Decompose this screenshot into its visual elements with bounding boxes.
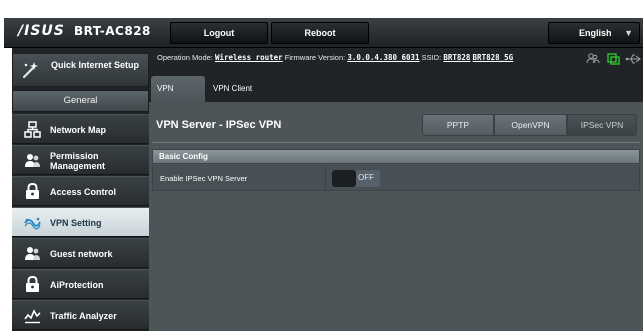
usb-icon[interactable] (625, 54, 641, 64)
tab-vpn-client[interactable]: VPN Client (207, 76, 259, 102)
section-title-general: General (12, 90, 149, 112)
ssid-label: SSID: (421, 53, 442, 62)
sidebar-item-label: AiProtection (50, 280, 104, 290)
traffic-chart-icon (24, 309, 41, 324)
toggle-state-label: OFF (358, 173, 374, 182)
page-title: VPN Server - IPSec VPN (156, 119, 282, 131)
basic-config-header: Basic Config (152, 149, 640, 164)
enable-ipsec-toggle[interactable]: OFF (332, 170, 380, 187)
status-text: Operation Mode: Wireless router Firmware… (157, 53, 513, 62)
status-bar: Operation Mode: Wireless router Firmware… (149, 48, 643, 70)
enable-ipsec-row: Enable IPSec VPN Server OFF (152, 165, 640, 191)
sidebar-item-label: Permission Management (50, 151, 106, 171)
ssid-24g-link[interactable]: BRT828 (443, 53, 470, 62)
divider (152, 142, 640, 143)
operation-mode-link[interactable]: Wireless router (215, 53, 283, 62)
language-label: English (579, 28, 612, 38)
sidebar-item-permission-management[interactable]: Permission Management (12, 145, 149, 175)
vpn-icon (24, 217, 41, 230)
model-name: BRT-AC828 (74, 24, 151, 38)
guest-users-icon (25, 247, 40, 260)
top-bar: /ISUS BRT-AC828 Logout Reboot English ▼ (4, 18, 643, 48)
sidebar-item-label: VPN Setting (50, 218, 102, 228)
language-select[interactable]: English ▼ (548, 22, 640, 44)
tab-vpn-server[interactable]: VPN Server (151, 76, 205, 119)
quick-setup-label: Quick Internet Setup (51, 60, 140, 70)
firmware-label: Firmware Version: (284, 53, 346, 62)
status-icons (586, 53, 641, 65)
magic-wand-icon (22, 62, 38, 79)
lock-shield-icon (26, 276, 39, 292)
segment-openvpn[interactable]: OpenVPN (494, 114, 567, 136)
sidebar-item-label: Traffic Analyzer (50, 311, 117, 321)
sidebar-item-label: Access Control (50, 187, 117, 197)
sidebar-item-label: Network Map (50, 125, 107, 135)
enable-ipsec-label: Enable IPSec VPN Server (160, 174, 248, 183)
sidebar-item-network-map[interactable]: Network Map (12, 114, 149, 144)
operation-mode-label: Operation Mode: (157, 53, 213, 62)
internet-status-icon[interactable] (607, 53, 620, 65)
logout-button[interactable]: Logout (170, 22, 268, 44)
sidebar-item-vpn-setting[interactable]: VPN Setting (12, 207, 149, 237)
clients-icon[interactable] (586, 53, 600, 64)
chevron-down-icon: ▼ (624, 28, 633, 38)
sidebar-item-traffic-analyzer[interactable]: Traffic Analyzer (12, 300, 149, 330)
ssid-5g-link[interactable]: BRT828_5G (473, 53, 514, 62)
firmware-version-link[interactable]: 3.0.0.4.380_6031 (347, 53, 419, 62)
sidebar-item-label: Guest network (50, 249, 113, 259)
segment-ipsec-vpn[interactable]: IPSec VPN (567, 114, 637, 136)
sidebar-item-aiprotection[interactable]: AiProtection (12, 269, 149, 299)
lock-icon (26, 183, 39, 199)
content-panel: VPN Server - IPSec VPN PPTP OpenVPN IPSe… (149, 102, 643, 331)
row-divider (325, 165, 326, 190)
tab-bar: VPN Server VPN Client (149, 70, 643, 119)
permission-users-icon (25, 154, 40, 167)
brand-logo: /ISUS (18, 23, 65, 39)
toggle-knob (332, 170, 356, 187)
quick-internet-setup-button[interactable]: Quick Internet Setup (12, 53, 149, 87)
sidebar-item-access-control[interactable]: Access Control (12, 176, 149, 206)
reboot-button[interactable]: Reboot (271, 22, 369, 44)
network-map-icon (24, 121, 41, 138)
segment-pptp[interactable]: PPTP (422, 114, 494, 136)
sidebar-item-guest-network[interactable]: Guest network (12, 238, 149, 268)
sidebar: Quick Internet Setup General Network Map… (12, 48, 149, 331)
